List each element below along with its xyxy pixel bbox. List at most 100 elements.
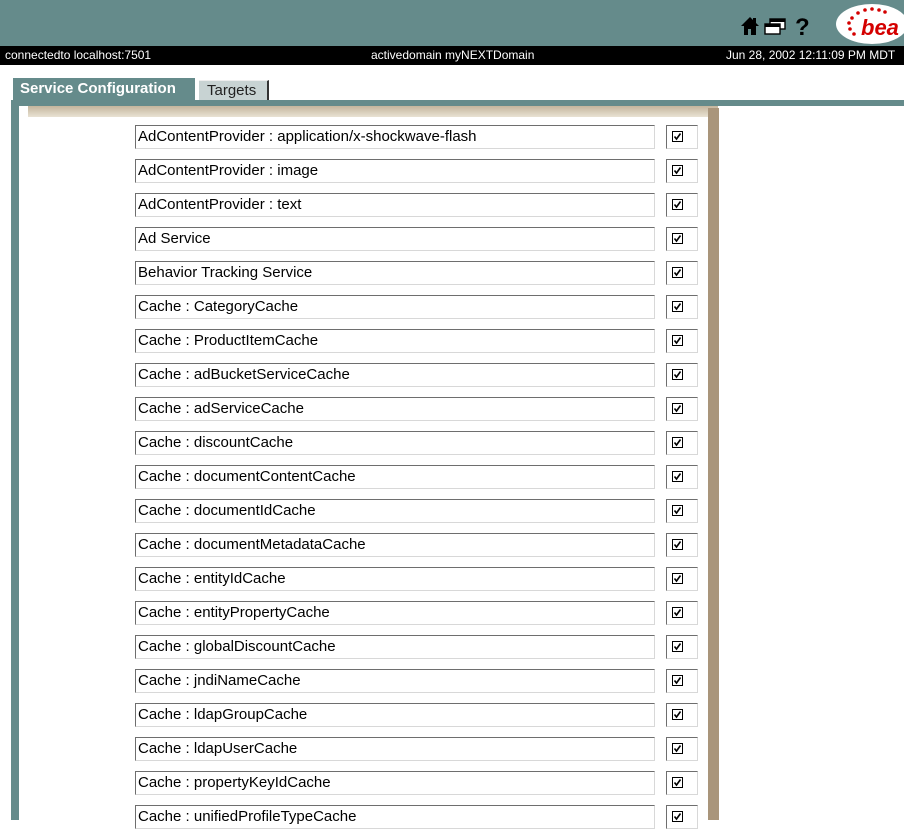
service-row: AdContentProvider : image [28, 159, 708, 185]
service-enabled-checkbox[interactable] [672, 743, 683, 754]
service-enabled-checkbox[interactable] [672, 335, 683, 346]
tab-targets[interactable]: Targets [199, 80, 269, 100]
service-enabled-checkbox[interactable] [672, 165, 683, 176]
service-row: Cache : ldapUserCache [28, 737, 708, 763]
service-enabled-checkbox[interactable] [672, 675, 683, 686]
service-name-field[interactable]: Cache : entityIdCache [135, 567, 655, 591]
service-row: AdContentProvider : text [28, 193, 708, 219]
service-name-field[interactable]: Cache : documentMetadataCache [135, 533, 655, 557]
service-name-field[interactable]: AdContentProvider : image [135, 159, 655, 183]
service-checkbox-cell [666, 261, 698, 285]
service-row: Cache : adBucketServiceCache [28, 363, 708, 389]
service-checkbox-cell [666, 737, 698, 761]
panel-right-edge [708, 108, 719, 820]
service-checkbox-cell [666, 431, 698, 455]
service-enabled-checkbox[interactable] [672, 777, 683, 788]
service-name-field[interactable]: Cache : adBucketServiceCache [135, 363, 655, 387]
service-name-field[interactable]: Cache : documentContentCache [135, 465, 655, 489]
service-enabled-checkbox[interactable] [672, 233, 683, 244]
active-domain: activedomain myNEXTDomain [371, 48, 535, 62]
service-checkbox-cell [666, 771, 698, 795]
header-bar: ? bea [0, 0, 904, 46]
connection-status: connectedto localhost:7501 [5, 48, 152, 62]
service-row: Cache : discountCache [28, 431, 708, 457]
service-enabled-checkbox[interactable] [672, 369, 683, 380]
service-name-field[interactable]: Cache : ldapUserCache [135, 737, 655, 761]
service-row: Cache : documentContentCache [28, 465, 708, 491]
service-name-field[interactable]: Cache : unifiedProfileTypeCache [135, 805, 655, 829]
service-name-field[interactable]: AdContentProvider : text [135, 193, 655, 217]
service-enabled-checkbox[interactable] [672, 267, 683, 278]
status-bar: connectedto localhost:7501 activedomain … [0, 46, 904, 65]
service-row: Behavior Tracking Service [28, 261, 708, 287]
service-row: Cache : jndiNameCache [28, 669, 708, 695]
bea-logo: bea [834, 4, 904, 44]
service-checkbox-cell [666, 227, 698, 251]
panel-top-edge [28, 106, 718, 117]
service-name-field[interactable]: AdContentProvider : application/x-shockw… [135, 125, 655, 149]
service-checkbox-cell [666, 635, 698, 659]
service-row: Cache : globalDiscountCache [28, 635, 708, 661]
service-checkbox-cell [666, 601, 698, 625]
service-checkbox-cell [666, 669, 698, 693]
service-enabled-checkbox[interactable] [672, 131, 683, 142]
service-checkbox-cell [666, 295, 698, 319]
service-checkbox-cell [666, 125, 698, 149]
service-row: Cache : adServiceCache [28, 397, 708, 423]
header-icons: ? [740, 14, 813, 41]
service-checkbox-cell [666, 805, 698, 829]
help-icon[interactable]: ? [793, 14, 813, 41]
service-name-field[interactable]: Behavior Tracking Service [135, 261, 655, 285]
service-enabled-checkbox[interactable] [672, 573, 683, 584]
svg-text:?: ? [795, 14, 810, 38]
service-name-field[interactable]: Cache : documentIdCache [135, 499, 655, 523]
service-name-field[interactable]: Cache : propertyKeyIdCache [135, 771, 655, 795]
windows-icon[interactable] [763, 16, 787, 36]
service-enabled-checkbox[interactable] [672, 505, 683, 516]
service-row: Cache : propertyKeyIdCache [28, 771, 708, 797]
service-row: Cache : ProductItemCache [28, 329, 708, 355]
service-enabled-checkbox[interactable] [672, 471, 683, 482]
service-row: Cache : entityIdCache [28, 567, 708, 593]
service-row: Cache : CategoryCache [28, 295, 708, 321]
service-enabled-checkbox[interactable] [672, 437, 683, 448]
service-enabled-checkbox[interactable] [672, 709, 683, 720]
service-name-field[interactable]: Cache : jndiNameCache [135, 669, 655, 693]
service-name-field[interactable]: Cache : entityPropertyCache [135, 601, 655, 625]
service-name-field[interactable]: Ad Service [135, 227, 655, 251]
service-checkbox-cell [666, 397, 698, 421]
service-enabled-checkbox[interactable] [672, 641, 683, 652]
service-name-field[interactable]: Cache : CategoryCache [135, 295, 655, 319]
service-name-field[interactable]: Cache : ProductItemCache [135, 329, 655, 353]
service-enabled-checkbox[interactable] [672, 607, 683, 618]
service-checkbox-cell [666, 465, 698, 489]
service-row: Cache : documentIdCache [28, 499, 708, 525]
service-name-field[interactable]: Cache : discountCache [135, 431, 655, 455]
service-checkbox-cell [666, 703, 698, 727]
service-checkbox-cell [666, 533, 698, 557]
service-checkbox-cell [666, 159, 698, 183]
service-checkbox-cell [666, 329, 698, 353]
service-row: Cache : ldapGroupCache [28, 703, 708, 729]
service-enabled-checkbox[interactable] [672, 301, 683, 312]
timestamp: Jun 28, 2002 12:11:09 PM MDT [726, 48, 896, 62]
service-checkbox-cell [666, 193, 698, 217]
service-checkbox-cell [666, 363, 698, 387]
logo-text: bea [861, 15, 899, 40]
service-enabled-checkbox[interactable] [672, 811, 683, 822]
service-name-field[interactable]: Cache : globalDiscountCache [135, 635, 655, 659]
service-name-field[interactable]: Cache : adServiceCache [135, 397, 655, 421]
service-list: AdContentProvider : application/x-shockw… [28, 117, 708, 829]
service-checkbox-cell [666, 567, 698, 591]
service-enabled-checkbox[interactable] [672, 199, 683, 210]
service-checkbox-cell [666, 499, 698, 523]
service-name-field[interactable]: Cache : ldapGroupCache [135, 703, 655, 727]
service-row: Cache : documentMetadataCache [28, 533, 708, 559]
service-enabled-checkbox[interactable] [672, 403, 683, 414]
tab-service-configuration[interactable]: Service Configuration [13, 78, 195, 102]
service-enabled-checkbox[interactable] [672, 539, 683, 550]
service-row: Ad Service [28, 227, 708, 253]
service-row: Cache : unifiedProfileTypeCache [28, 805, 708, 831]
home-icon[interactable] [740, 16, 760, 36]
service-row: AdContentProvider : application/x-shockw… [28, 125, 708, 151]
